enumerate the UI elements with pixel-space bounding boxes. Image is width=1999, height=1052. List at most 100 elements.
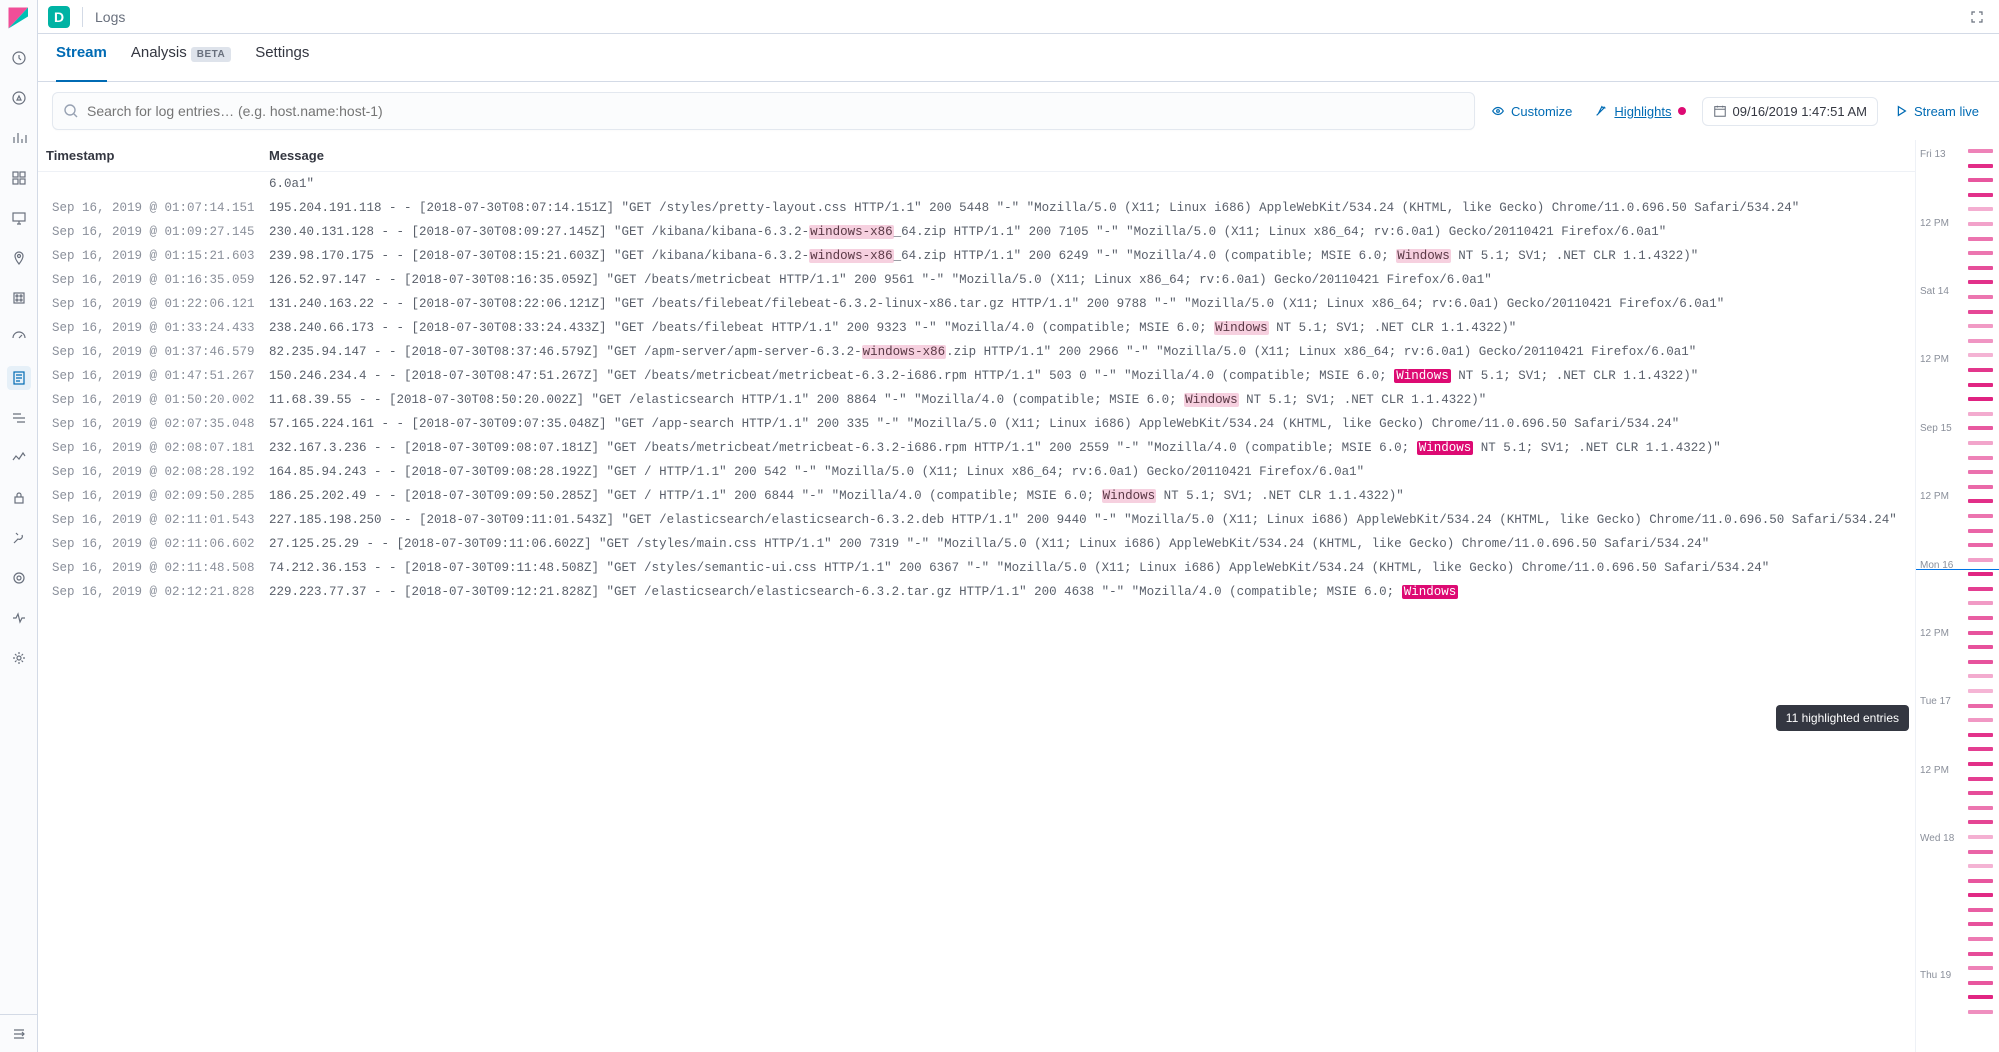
log-row[interactable]: Sep 16, 2019 @ 01:16:35.059126.52.97.147…	[38, 268, 1915, 292]
log-row[interactable]: 6.0a1"	[38, 172, 1915, 196]
log-timestamp	[44, 174, 269, 194]
log-row[interactable]: Sep 16, 2019 @ 02:07:35.04857.165.224.16…	[38, 412, 1915, 436]
minimap-bar	[1968, 485, 1993, 489]
tab-analysis[interactable]: AnalysisBETA	[131, 44, 231, 71]
log-message: 6.0a1"	[269, 174, 1909, 194]
log-message: 227.185.198.250 - - [2018-07-30T09:11:01…	[269, 510, 1909, 530]
minimap-bar	[1968, 397, 1993, 401]
log-message: 230.40.131.128 - - [2018-07-30T08:09:27.…	[269, 222, 1909, 242]
minimap-bar	[1968, 937, 1993, 941]
log-timestamp: Sep 16, 2019 @ 01:33:24.433	[44, 318, 269, 338]
space-badge[interactable]: D	[48, 6, 70, 28]
date-picker[interactable]: 09/16/2019 1:47:51 AM	[1702, 97, 1878, 126]
log-timestamp: Sep 16, 2019 @ 02:08:28.192	[44, 462, 269, 482]
column-message: Message	[269, 148, 1909, 163]
nav-monitoring-icon[interactable]	[7, 606, 31, 630]
breadcrumb-bar: D Logs	[38, 0, 1999, 34]
nav-management-icon[interactable]	[7, 646, 31, 670]
log-row[interactable]: Sep 16, 2019 @ 02:11:01.543227.185.198.2…	[38, 508, 1915, 532]
fullscreen-icon[interactable]	[1965, 5, 1989, 29]
minimap-label: 12 PM	[1920, 628, 1949, 639]
highlights-button[interactable]: Highlights	[1588, 100, 1691, 123]
log-table-header: Timestamp Message	[38, 140, 1915, 172]
minimap-bar	[1968, 368, 1993, 372]
log-row[interactable]: Sep 16, 2019 @ 02:12:21.828229.223.77.37…	[38, 580, 1915, 604]
nav-metrics-icon[interactable]	[7, 326, 31, 350]
minimap-bar	[1968, 339, 1993, 343]
column-timestamp: Timestamp	[44, 148, 269, 163]
minimap-bar	[1968, 631, 1993, 635]
minimap-bar	[1968, 981, 1993, 985]
log-timestamp: Sep 16, 2019 @ 02:12:21.828	[44, 582, 269, 602]
minimap-bar	[1968, 674, 1993, 678]
log-row[interactable]: Sep 16, 2019 @ 01:37:46.57982.235.94.147…	[38, 340, 1915, 364]
log-row[interactable]: Sep 16, 2019 @ 01:15:21.603239.98.170.17…	[38, 244, 1915, 268]
minimap-label: 12 PM	[1920, 765, 1949, 776]
minimap-bar	[1968, 266, 1993, 270]
minimap-bar	[1968, 295, 1993, 299]
nav-canvas-icon[interactable]	[7, 206, 31, 230]
log-message: 82.235.94.147 - - [2018-07-30T08:37:46.5…	[269, 342, 1909, 362]
minimap-bar	[1968, 820, 1993, 824]
log-timestamp: Sep 16, 2019 @ 02:11:06.602	[44, 534, 269, 554]
minimap-bar	[1968, 514, 1993, 518]
log-row[interactable]: Sep 16, 2019 @ 02:11:48.50874.212.36.153…	[38, 556, 1915, 580]
minimap-bar	[1968, 237, 1993, 241]
customize-button[interactable]: Customize	[1485, 100, 1578, 123]
kibana-logo-icon[interactable]	[7, 6, 31, 30]
tab-badge: BETA	[191, 47, 231, 62]
minimap-bar	[1968, 952, 1993, 956]
log-row[interactable]: Sep 16, 2019 @ 02:08:28.192164.85.94.243…	[38, 460, 1915, 484]
minimap-label: 12 PM	[1920, 218, 1949, 229]
log-row[interactable]: Sep 16, 2019 @ 01:09:27.145230.40.131.12…	[38, 220, 1915, 244]
minimap-bar	[1968, 660, 1993, 664]
log-row[interactable]: Sep 16, 2019 @ 01:22:06.121131.240.163.2…	[38, 292, 1915, 316]
minimap-label: Sep 15	[1920, 423, 1952, 434]
log-row[interactable]: Sep 16, 2019 @ 02:11:06.60227.125.25.29 …	[38, 532, 1915, 556]
nav-ml-icon[interactable]	[7, 566, 31, 590]
log-row[interactable]: Sep 16, 2019 @ 01:47:51.267150.246.234.4…	[38, 364, 1915, 388]
log-row[interactable]: Sep 16, 2019 @ 02:08:07.181232.167.3.236…	[38, 436, 1915, 460]
stream-live-button[interactable]: Stream live	[1888, 100, 1985, 123]
minimap-bar	[1968, 718, 1993, 722]
tab-stream[interactable]: Stream	[56, 44, 107, 71]
minimap[interactable]: Fri 1312 PMSat 1412 PMSep 1512 PMMon 161…	[1915, 140, 1999, 1052]
nav-security-icon[interactable]	[7, 486, 31, 510]
search-input-wrap[interactable]	[52, 92, 1475, 130]
log-row[interactable]: Sep 16, 2019 @ 02:09:50.285186.25.202.49…	[38, 484, 1915, 508]
minimap-bars	[1968, 140, 1993, 1052]
log-timestamp: Sep 16, 2019 @ 02:11:48.508	[44, 558, 269, 578]
nav-infrastructure-icon[interactable]	[7, 286, 31, 310]
search-input[interactable]	[87, 103, 1464, 119]
tab-settings[interactable]: Settings	[255, 44, 309, 71]
nav-visualize-icon[interactable]	[7, 126, 31, 150]
collapse-nav-icon[interactable]	[0, 1014, 38, 1052]
log-timestamp: Sep 16, 2019 @ 01:47:51.267	[44, 366, 269, 386]
log-row[interactable]: Sep 16, 2019 @ 01:50:20.00211.68.39.55 -…	[38, 388, 1915, 412]
nav-discover-icon[interactable]	[7, 86, 31, 110]
nav-logs-icon[interactable]	[7, 366, 31, 390]
nav-apm-icon[interactable]	[7, 406, 31, 430]
highlight-active-dot-icon	[1678, 107, 1686, 115]
log-message: 150.246.234.4 - - [2018-07-30T08:47:51.2…	[269, 366, 1909, 386]
log-table-body[interactable]: 6.0a1"Sep 16, 2019 @ 01:07:14.151195.204…	[38, 172, 1915, 1052]
log-timestamp: Sep 16, 2019 @ 01:07:14.151	[44, 198, 269, 218]
nav-maps-icon[interactable]	[7, 246, 31, 270]
minimap-label: 12 PM	[1920, 491, 1949, 502]
log-message: 232.167.3.236 - - [2018-07-30T09:08:07.1…	[269, 438, 1909, 458]
minimap-bar	[1968, 441, 1993, 445]
nav-dashboard-icon[interactable]	[7, 166, 31, 190]
minimap-bar	[1968, 1010, 1993, 1014]
nav-uptime-icon[interactable]	[7, 446, 31, 470]
minimap-bar	[1968, 149, 1993, 153]
log-row[interactable]: Sep 16, 2019 @ 01:07:14.151195.204.191.1…	[38, 196, 1915, 220]
log-row[interactable]: Sep 16, 2019 @ 01:33:24.433238.240.66.17…	[38, 316, 1915, 340]
minimap-bar	[1968, 426, 1993, 430]
divider	[82, 7, 83, 27]
nav-dev-tools-icon[interactable]	[7, 526, 31, 550]
minimap-bar	[1968, 324, 1993, 328]
nav-recently-viewed-icon[interactable]	[7, 46, 31, 70]
log-timestamp: Sep 16, 2019 @ 02:09:50.285	[44, 486, 269, 506]
minimap-label: Sat 14	[1920, 286, 1949, 297]
minimap-bar	[1968, 601, 1993, 605]
